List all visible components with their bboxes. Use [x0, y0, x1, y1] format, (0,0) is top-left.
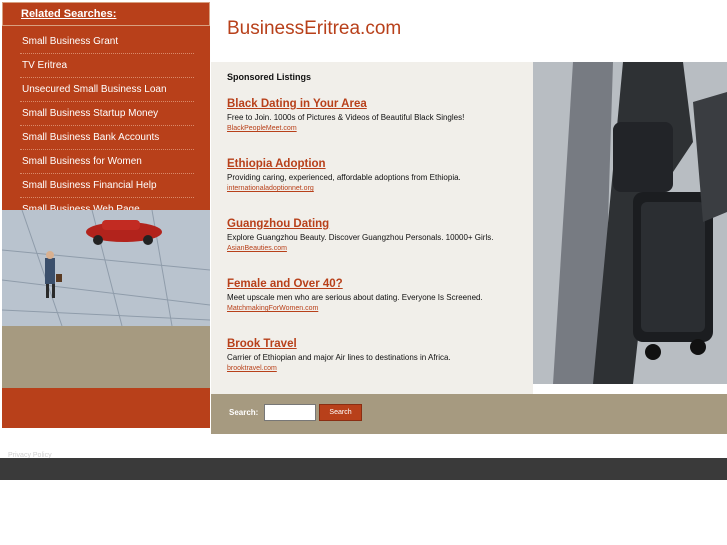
listing-desc: Meet upscale men who are serious about d… [227, 293, 483, 302]
search-label: Search: [229, 408, 259, 417]
left-tan-block [2, 326, 210, 388]
listing-url[interactable]: AsianBeauties.com [227, 245, 493, 252]
listing-url[interactable]: brooktravel.com [227, 365, 451, 372]
listing-desc: Free to Join. 1000s of Pictures & Videos… [227, 113, 465, 122]
listing-desc: Providing caring, experienced, affordabl… [227, 173, 461, 182]
listing-desc: Explore Guangzhou Beauty. Discover Guang… [227, 233, 494, 242]
related-searches-list: Small Business Grant TV Eritrea Unsecure… [2, 26, 210, 222]
listing-desc: Carrier of Ethiopian and major Air lines… [227, 353, 451, 362]
site-title: BusinessEritrea.com [227, 18, 402, 39]
listing-url[interactable]: internationaladoptionnet.org [227, 185, 461, 192]
sponsored-heading: Sponsored Listings [227, 72, 312, 82]
listing: Ethiopia Adoption Providing caring, expe… [227, 158, 461, 192]
sponsored-listings: Sponsored Listings Black Dating in Your … [211, 62, 533, 394]
map-photo [2, 210, 210, 326]
map-photo-illustration [2, 210, 210, 326]
related-searches-heading: Related Searches: [21, 8, 117, 20]
listing-title[interactable]: Guangzhou Dating [227, 218, 493, 230]
left-rust-block [2, 388, 210, 428]
related-link[interactable]: Small Business Financial Help [20, 174, 194, 198]
search-button[interactable]: Search [319, 404, 362, 421]
listing-title[interactable]: Ethiopia Adoption [227, 158, 461, 170]
listing: Brook Travel Carrier of Ethiopian and ma… [227, 338, 451, 372]
listing: Black Dating in Your Area Free to Join. … [227, 98, 464, 132]
related-link[interactable]: Small Business Startup Money [20, 102, 194, 126]
related-link[interactable]: Unsecured Small Business Loan [20, 78, 194, 102]
related-link[interactable]: Small Business Bank Accounts [20, 126, 194, 150]
listing-title[interactable]: Black Dating in Your Area [227, 98, 464, 110]
related-link[interactable]: TV Eritrea [20, 54, 194, 78]
traveler-photo [533, 62, 727, 384]
left-column: Related Searches: Small Business Grant T… [2, 2, 210, 428]
listing-url[interactable]: BlackPeopleMeet.com [227, 125, 464, 132]
listing-title[interactable]: Brook Travel [227, 338, 451, 350]
listing-title[interactable]: Female and Over 40? [227, 278, 483, 290]
search-input[interactable] [264, 404, 316, 421]
listing: Female and Over 40? Meet upscale men who… [227, 278, 483, 312]
related-link[interactable]: Small Business Grant [20, 30, 194, 54]
listing-url[interactable]: MatchmakingForWomen.com [227, 305, 483, 312]
traveler-illustration [533, 62, 727, 384]
footer-bar [0, 458, 727, 480]
listing: Guangzhou Dating Explore Guangzhou Beaut… [227, 218, 493, 252]
search-bar: Search: Search [211, 394, 727, 434]
related-searches-header: Related Searches: [2, 2, 210, 26]
related-link[interactable]: Small Business for Women [20, 150, 194, 174]
